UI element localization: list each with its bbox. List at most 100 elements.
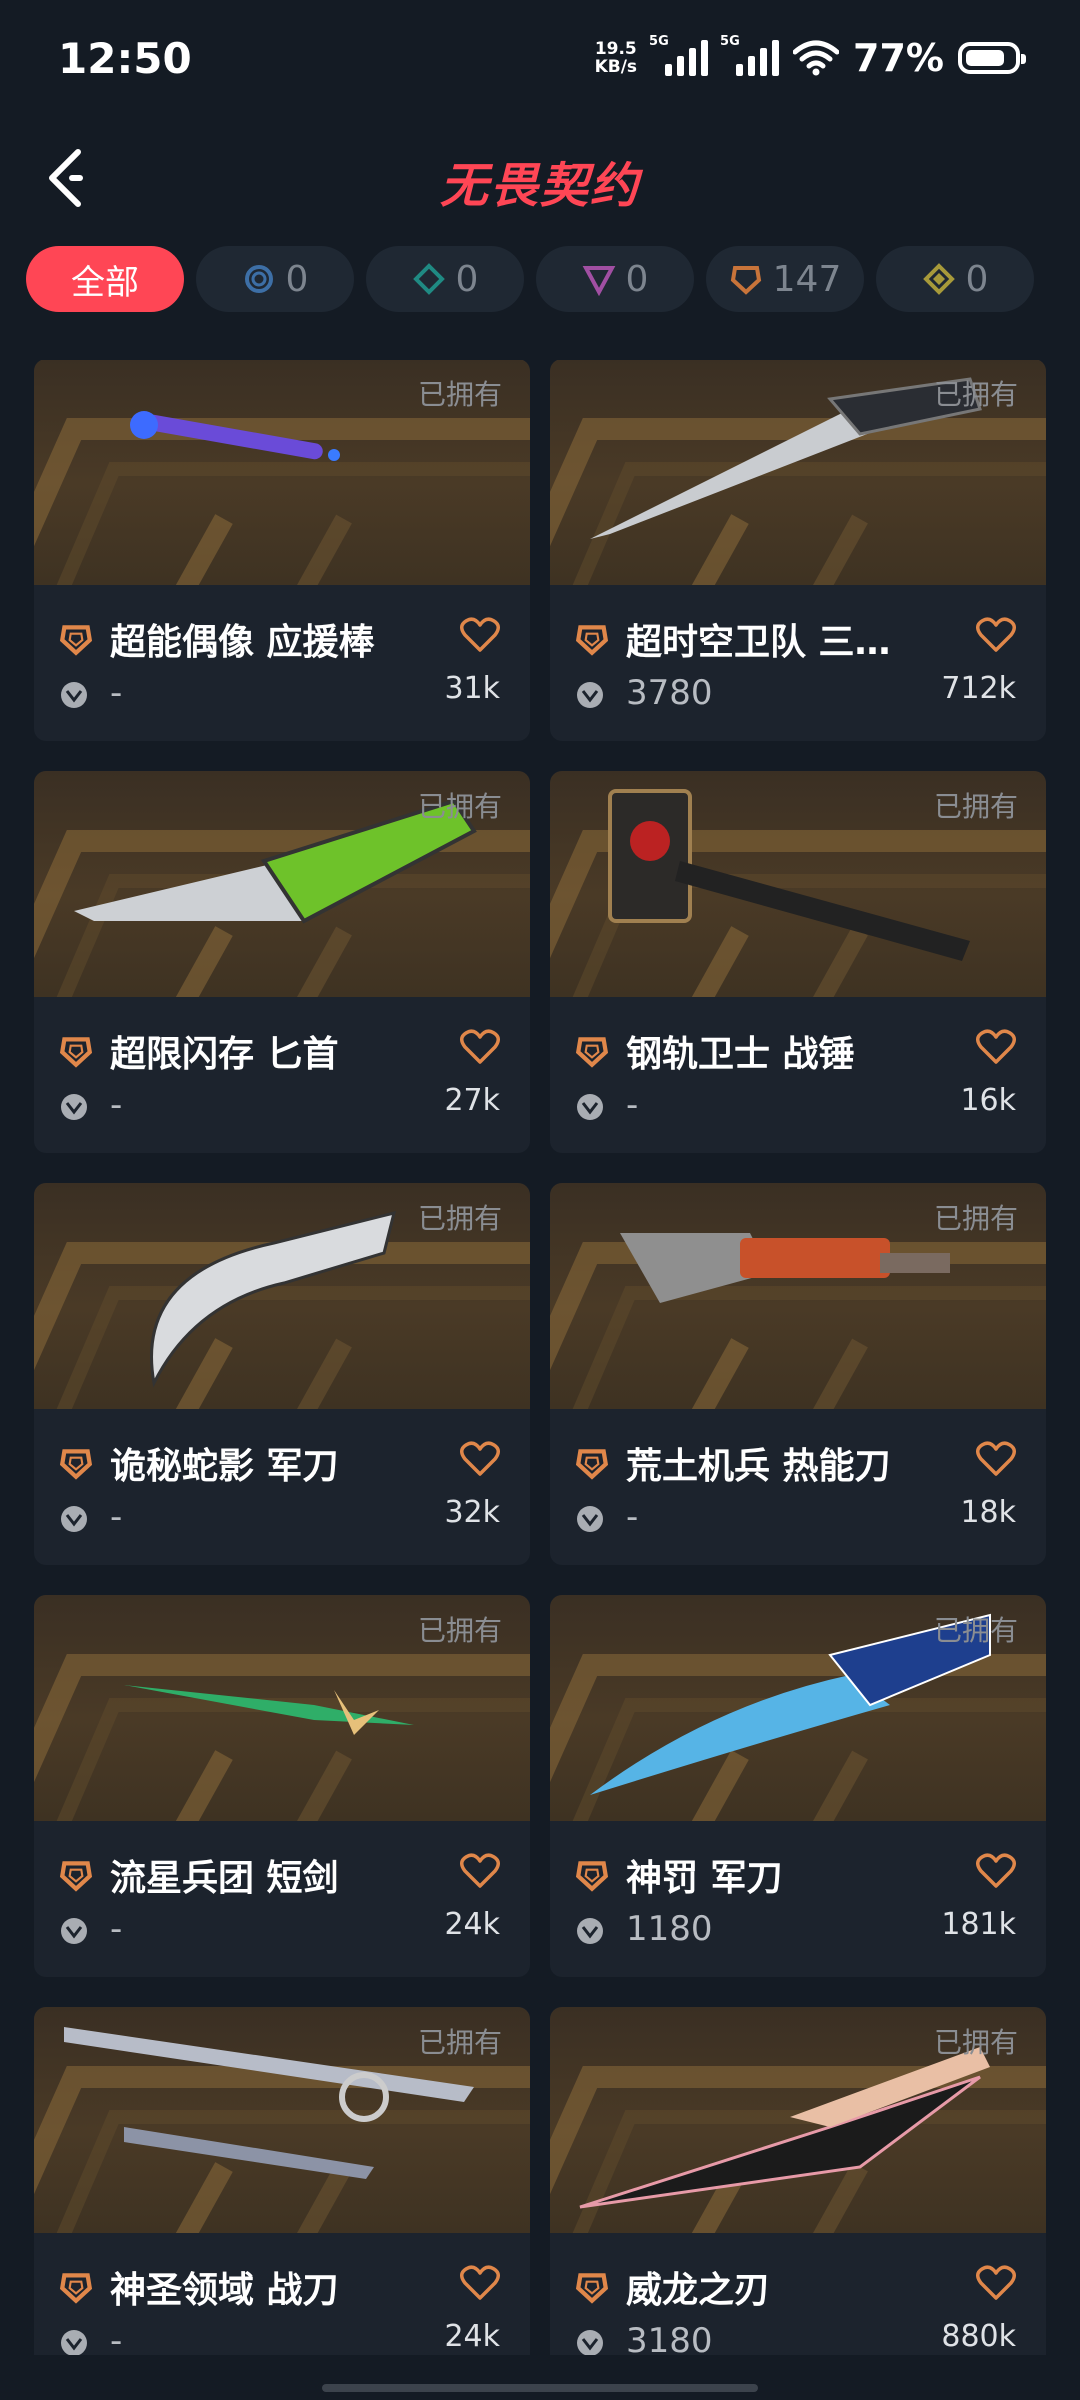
filter-rhombus-tier-chip[interactable]: 0 xyxy=(876,246,1034,312)
weapon-card[interactable]: 已拥有 诡秘蛇影 军刀 - 32k xyxy=(34,1183,530,1565)
like-count: 31k xyxy=(444,671,500,706)
weapon-image: 已拥有 xyxy=(550,2007,1046,2233)
price: - xyxy=(110,673,123,713)
owned-label: 已拥有 xyxy=(933,790,1018,823)
tier-filter-bar: 全部 0 0 0 147 0 xyxy=(26,246,1034,312)
vp-currency-icon xyxy=(61,1918,87,1944)
weapon-card[interactable]: 已拥有 威龙之刃 3180 880k xyxy=(550,2007,1046,2355)
weapon-image: 已拥有 xyxy=(550,771,1046,997)
price: - xyxy=(626,1497,639,1537)
heart-icon[interactable] xyxy=(460,1029,500,1065)
pentagon-tier-icon xyxy=(59,1037,93,1068)
battery-icon xyxy=(958,42,1026,74)
pentagon-tier-icon xyxy=(575,1449,609,1480)
heart-icon[interactable] xyxy=(460,1441,500,1477)
heart-icon[interactable] xyxy=(976,1853,1016,1889)
vp-currency-icon xyxy=(61,682,87,708)
heart-icon[interactable] xyxy=(460,1853,500,1889)
rhombus-tier-icon xyxy=(922,263,955,295)
weapon-image: 已拥有 xyxy=(34,2007,530,2233)
weapon-card[interactable]: 已拥有 荒土机兵 热能刀 - 18k xyxy=(550,1183,1046,1565)
filter-circle-tier-chip[interactable]: 0 xyxy=(196,246,354,312)
weapon-card[interactable]: 已拥有 流星兵团 短剑 - 24k xyxy=(34,1595,530,1977)
weapon-name: 荒土机兵 热能刀 xyxy=(626,1446,891,1487)
vp-currency-icon xyxy=(577,1918,603,1944)
like-count: 24k xyxy=(444,2319,500,2354)
signal-icon: 5G xyxy=(720,34,780,76)
like-count: 18k xyxy=(960,1495,1016,1530)
heart-icon[interactable] xyxy=(460,2265,500,2301)
filter-triangle-tier-chip[interactable]: 0 xyxy=(536,246,694,312)
owned-label: 已拥有 xyxy=(933,2026,1018,2059)
weapon-card[interactable]: 已拥有 超时空卫队 三… 3780 712k xyxy=(550,360,1046,741)
weapon-name: 钢轨卫士 战锤 xyxy=(626,1034,855,1075)
battery-percent: 77% xyxy=(853,36,944,80)
like-count: 32k xyxy=(444,1495,500,1530)
heart-icon[interactable] xyxy=(976,617,1016,653)
clock: 12:50 xyxy=(58,34,192,83)
owned-label: 已拥有 xyxy=(417,2026,502,2059)
owned-label: 已拥有 xyxy=(933,1614,1018,1647)
filter-pentagon-tier-chip[interactable]: 147 xyxy=(706,246,864,312)
weapon-image: 已拥有 xyxy=(550,1183,1046,1409)
like-count: 24k xyxy=(444,1907,500,1942)
wifi-icon xyxy=(793,40,840,76)
pentagon-tier-icon xyxy=(575,625,609,656)
filter-diamond-tier-chip[interactable]: 0 xyxy=(366,246,524,312)
price: - xyxy=(626,1085,639,1125)
weapon-name: 威龙之刃 xyxy=(626,2270,771,2311)
weapon-image: 已拥有 xyxy=(34,771,530,997)
vp-currency-icon xyxy=(577,1094,603,1120)
home-indicator[interactable] xyxy=(322,2384,758,2392)
weapon-card[interactable]: 已拥有 神圣领域 战刀 - 24k xyxy=(34,2007,530,2355)
network-speed: 19.5 KB/s xyxy=(594,39,638,77)
pentagon-tier-icon xyxy=(59,1449,93,1480)
like-count: 181k xyxy=(941,1907,1016,1942)
vp-currency-icon xyxy=(61,2330,87,2355)
page-title: 无畏契约 xyxy=(439,158,640,214)
price: - xyxy=(110,2321,123,2355)
weapon-image: 已拥有 xyxy=(550,1595,1046,1821)
weapon-card[interactable]: 已拥有 神罚 军刀 1180 181k xyxy=(550,1595,1046,1977)
vp-currency-icon xyxy=(61,1506,87,1532)
price: 1180 xyxy=(626,1909,713,1949)
like-count: 16k xyxy=(960,1083,1016,1118)
vp-currency-icon xyxy=(577,682,603,708)
pentagon-tier-icon xyxy=(59,625,93,656)
price: - xyxy=(110,1085,123,1125)
pentagon-tier-icon xyxy=(575,2273,609,2304)
price: 3780 xyxy=(626,673,713,713)
heart-icon[interactable] xyxy=(976,1441,1016,1477)
status-icons: 19.5 KB/s 5G 5G 77% xyxy=(594,34,1026,80)
filter-all-chip[interactable]: 全部 xyxy=(26,246,184,312)
weapon-grid: 已拥有 超能偶像 应援棒 - 31k 已拥有 超时空卫队 三… 3780 712… xyxy=(34,360,1046,2355)
pentagon-tier-icon xyxy=(59,1861,93,1892)
owned-label: 已拥有 xyxy=(417,1614,502,1647)
vp-currency-icon xyxy=(61,1094,87,1120)
status-bar: 12:50 19.5 KB/s 5G 5G 77% xyxy=(0,0,1080,120)
weapon-card[interactable]: 已拥有 超能偶像 应援棒 - 31k xyxy=(34,360,530,741)
weapon-name: 神圣领域 战刀 xyxy=(110,2270,339,2311)
owned-label: 已拥有 xyxy=(417,378,502,411)
weapon-card[interactable]: 已拥有 超限闪存 匕首 - 27k xyxy=(34,771,530,1153)
weapon-name: 超限闪存 匕首 xyxy=(110,1034,339,1075)
weapon-image: 已拥有 xyxy=(34,1183,530,1409)
weapon-card[interactable]: 已拥有 钢轨卫士 战锤 - 16k xyxy=(550,771,1046,1153)
owned-label: 已拥有 xyxy=(417,1202,502,1235)
price: 3180 xyxy=(626,2321,713,2355)
weapon-image: 已拥有 xyxy=(550,360,1046,585)
pentagon-tier-icon xyxy=(575,1861,609,1892)
heart-icon[interactable] xyxy=(460,617,500,653)
heart-icon[interactable] xyxy=(976,1029,1016,1065)
owned-label: 已拥有 xyxy=(933,1202,1018,1235)
heart-icon[interactable] xyxy=(976,2265,1016,2301)
like-count: 27k xyxy=(444,1083,500,1118)
price: - xyxy=(110,1497,123,1537)
diamond-tier-icon xyxy=(412,263,445,295)
circle-tier-icon xyxy=(244,265,273,293)
vp-currency-icon xyxy=(577,2330,603,2355)
pentagon-tier-icon xyxy=(575,1037,609,1068)
vp-currency-icon xyxy=(577,1506,603,1532)
weapon-name: 流星兵团 短剑 xyxy=(110,1858,339,1899)
pentagon-tier-icon xyxy=(59,2273,93,2304)
